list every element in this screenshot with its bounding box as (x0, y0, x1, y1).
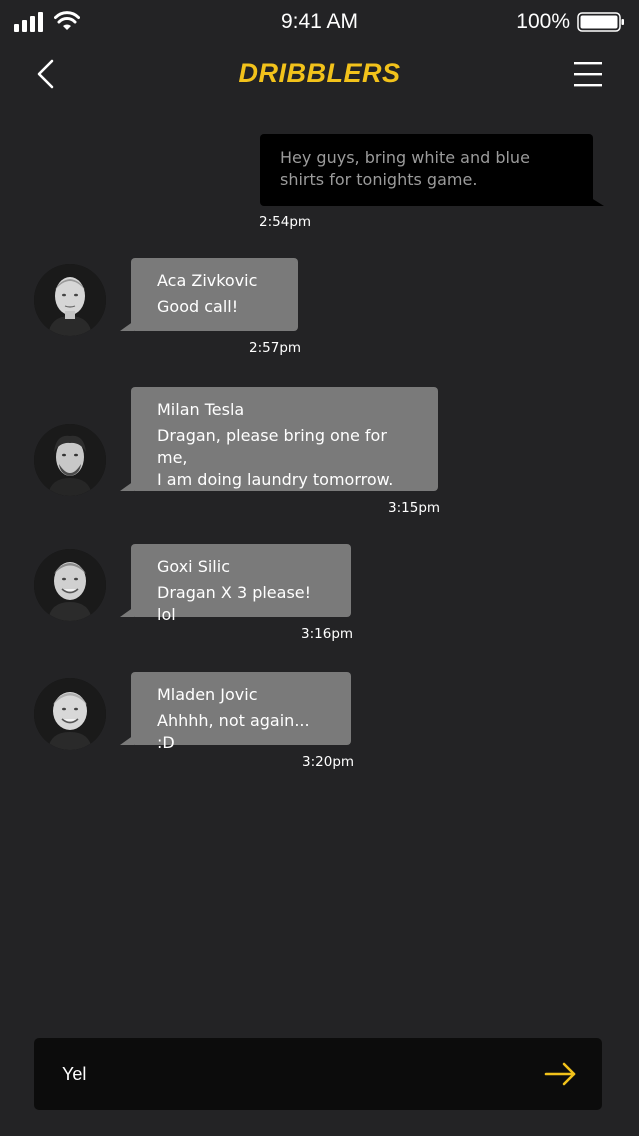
message-text: Ahhhh, not again... :D (157, 711, 310, 752)
message-timestamp: 2:57pm (249, 340, 302, 356)
bubble-tail (588, 196, 604, 206)
incoming-message-bubble: Aca Zivkovic Good call! (131, 258, 298, 331)
avatar[interactable] (34, 264, 106, 336)
bubble-tail (120, 607, 134, 617)
bubble-tail (120, 321, 134, 331)
message-text: Hey guys, bring white and blue shirts fo… (280, 148, 530, 189)
arrow-right-icon[interactable] (542, 1058, 580, 1090)
status-bar: 9:41 AM 100% (0, 0, 639, 44)
person-avatar-icon (34, 264, 106, 336)
incoming-message-bubble: Milan Tesla Dragan, please bring one for… (131, 387, 438, 491)
sender-name: Aca Zivkovic (157, 271, 258, 290)
message-timestamp: 3:20pm (302, 754, 355, 770)
battery-percent: 100% (516, 10, 570, 33)
avatar[interactable] (34, 678, 106, 750)
sender-name: Milan Tesla (157, 400, 245, 419)
message-text: Good call! (157, 297, 239, 316)
sender-name: Mladen Jovic (157, 685, 258, 704)
person-avatar-icon (34, 678, 106, 750)
outgoing-message-bubble: Hey guys, bring white and blue shirts fo… (260, 134, 593, 206)
message-text: Dragan, please bring one for me, I am do… (157, 426, 394, 489)
message-input[interactable] (62, 1060, 512, 1088)
avatar[interactable] (34, 549, 106, 621)
message-text: Dragan X 3 please! lol (157, 583, 312, 624)
battery-icon (577, 12, 624, 32)
bubble-tail (120, 481, 134, 491)
hamburger-menu-icon[interactable] (572, 58, 604, 90)
incoming-message-bubble: Mladen Jovic Ahhhh, not again... :D (131, 672, 351, 752)
nav-bar: DRIBBLERS (0, 48, 639, 100)
message-composer (34, 1038, 602, 1110)
chat-screen: 9:41 AM 100% DRIBBLERS Hey guys, bring w… (0, 0, 639, 1136)
message-timestamp: 3:16pm (301, 626, 354, 642)
person-avatar-icon (34, 424, 106, 496)
page-title: DRIBBLERS (238, 58, 401, 88)
sender-name: Goxi Silic (157, 557, 230, 576)
avatar[interactable] (34, 424, 106, 496)
bubble-tail (120, 735, 134, 745)
incoming-message-bubble: Goxi Silic Dragan X 3 please! lol (131, 544, 351, 624)
person-avatar-icon (34, 549, 106, 621)
message-timestamp: 2:54pm (259, 214, 312, 230)
message-timestamp: 3:15pm (388, 500, 441, 516)
